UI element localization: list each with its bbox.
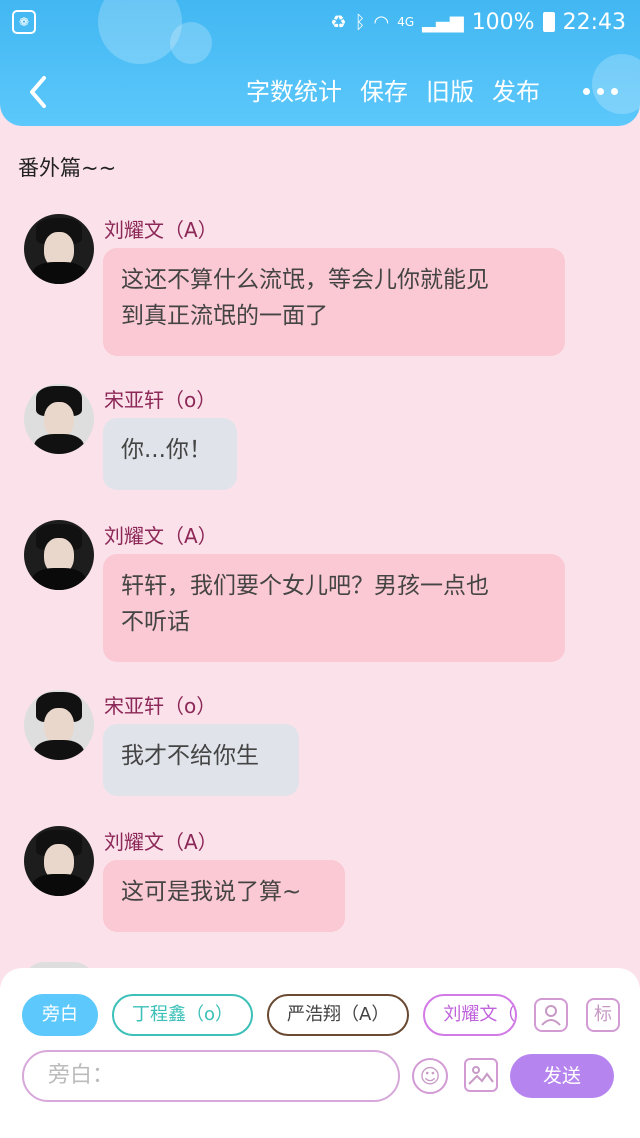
avatar[interactable] <box>24 690 94 760</box>
battery-icon <box>542 12 555 32</box>
signal-icon: ▂▄▆ <box>422 11 464 33</box>
message-line: 这可是我说了算~ <box>121 879 302 905</box>
message-bubble[interactable]: 这可是我说了算~ <box>103 860 345 932</box>
more-icon[interactable] <box>583 88 618 95</box>
chapter-title: 番外篇~~ <box>18 156 117 180</box>
role-selector: 旁白 丁程鑫（o） 严浩翔（A） 刘耀文（A） <box>22 994 518 1036</box>
publish-button[interactable]: 发布 <box>492 74 540 110</box>
speaker-name: 刘耀文（A） <box>104 830 218 854</box>
message-line: 不听话 <box>121 609 190 635</box>
speaker-name: 宋亚轩（o） <box>104 388 217 412</box>
message-line: 你...你！ <box>121 437 212 463</box>
back-icon[interactable] <box>24 72 54 112</box>
app-notification-icon: ❁ <box>12 10 36 34</box>
status-right: ♻ ᛒ ◠ 4G ▂▄▆ 100% 22:43 <box>331 6 626 38</box>
message-line: 这还不算什么流氓，等会儿你就能见 <box>121 267 489 293</box>
role-chip[interactable]: 严浩翔（A） <box>267 994 410 1036</box>
speaker-name: 宋亚轩（o） <box>104 694 217 718</box>
role-chip[interactable]: 丁程鑫（o） <box>112 994 254 1036</box>
emoji-icon[interactable]: ☺ <box>412 1058 448 1094</box>
message-bubble[interactable]: 轩轩，我们要个女儿吧？男孩一点也 不听话 <box>103 554 565 662</box>
bluetooth-icon: ᛒ <box>354 11 366 33</box>
role-chip-narrator[interactable]: 旁白 <box>22 994 98 1036</box>
battery-saver-icon: ♻ <box>330 11 347 33</box>
top-header: ❁ ♻ ᛒ ◠ 4G ▂▄▆ 100% 22:43 字数统计 保存 旧版 发布 <box>0 0 640 126</box>
old-version-button[interactable]: 旧版 <box>426 74 474 110</box>
message-line: 轩轩，我们要个女儿吧？男孩一点也 <box>121 573 489 599</box>
avatar[interactable] <box>24 520 94 590</box>
avatar[interactable] <box>24 214 94 284</box>
send-button[interactable]: 发送 <box>510 1054 614 1098</box>
speaker-name: 刘耀文（A） <box>104 218 218 242</box>
mark-button[interactable]: 标 <box>586 998 620 1032</box>
message-bubble[interactable]: 我才不给你生 <box>103 724 299 796</box>
message-input[interactable]: 旁白： <box>22 1050 400 1102</box>
avatar[interactable] <box>24 384 94 454</box>
clock: 22:43 <box>562 9 626 35</box>
nav-row: 字数统计 保存 旧版 发布 <box>0 60 640 126</box>
message-bubble[interactable]: 这还不算什么流氓，等会儿你就能见 到真正流氓的一面了 <box>103 248 565 356</box>
message-line: 我才不给你生 <box>121 743 259 769</box>
role-chip[interactable]: 刘耀文（A） <box>423 994 518 1036</box>
message-bubble[interactable]: 你...你！ <box>103 418 237 490</box>
speaker-name: 刘耀文（A） <box>104 524 218 548</box>
save-button[interactable]: 保存 <box>360 74 408 110</box>
network-type: 4G <box>397 15 415 29</box>
word-count-button[interactable]: 字数统计 <box>246 74 342 110</box>
image-icon[interactable] <box>464 1058 498 1092</box>
status-bar: ❁ ♻ ᛒ ◠ 4G ▂▄▆ 100% 22:43 <box>0 0 640 44</box>
composer-panel: 旁白 丁程鑫（o） 严浩翔（A） 刘耀文（A） 标 旁白： ☺ 发送 <box>0 968 640 1138</box>
message-line: 到真正流氓的一面了 <box>121 303 328 329</box>
add-role-icon[interactable] <box>534 998 568 1032</box>
avatar[interactable] <box>24 826 94 896</box>
nav-actions: 字数统计 保存 旧版 发布 <box>246 74 540 110</box>
battery-percent: 100% <box>471 9 535 35</box>
wifi-icon: ◠ <box>373 11 390 33</box>
